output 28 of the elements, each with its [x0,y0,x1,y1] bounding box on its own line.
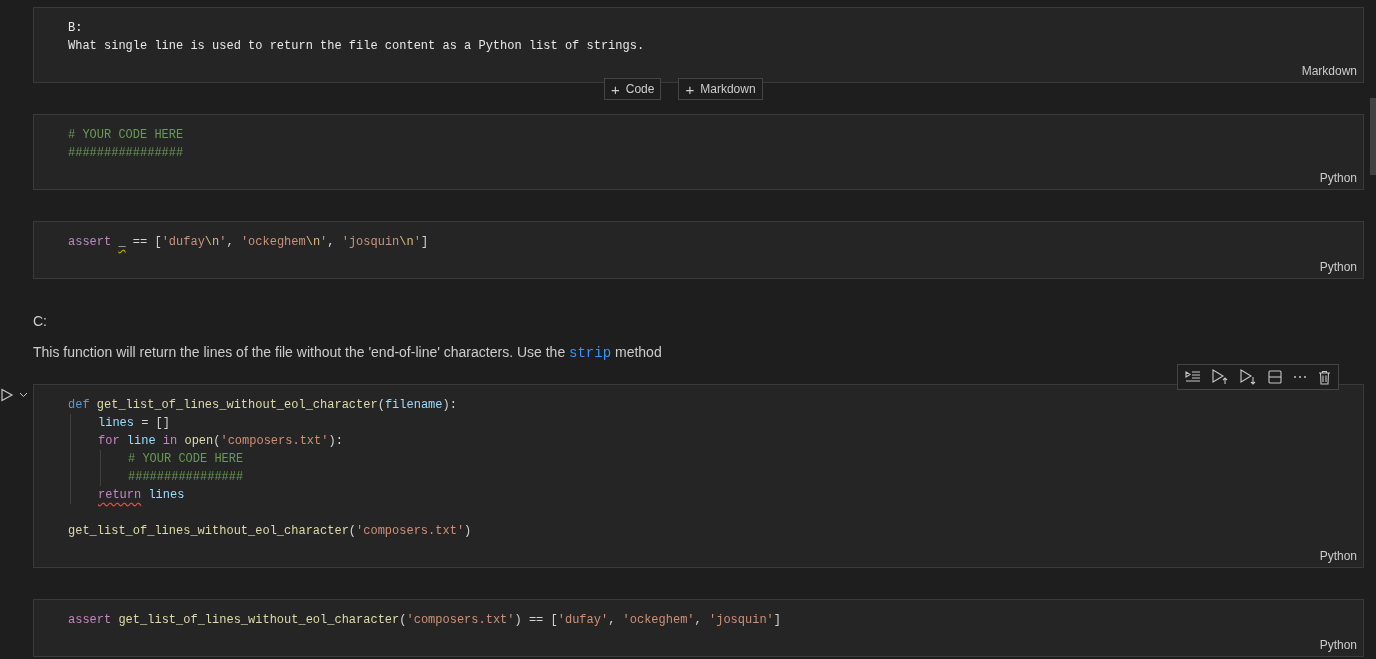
delete-icon[interactable] [1317,369,1332,385]
split-cell-icon[interactable] [1267,370,1283,384]
code-block[interactable]: # YOUR CODE HERE ################ [68,126,1357,162]
language-label[interactable]: Python [1319,259,1357,275]
execute-lines-icon[interactable] [1184,370,1202,384]
scrollbar-thumb[interactable] [1370,98,1376,175]
chevron-icon[interactable] [19,392,28,398]
markdown-paragraph: This function will return the lines of the file without the 'end-of-line' characters. Use the strip method [33,343,663,362]
code-block[interactable]: def get_list_of_lines_without_eol_character(filename): lines = [] for line in open('composers.txt'): # YOUR CODE HERE ################ return lines get_list_of_lines_without_eol_character('composers.txt') [68,396,1357,540]
add-cell-button[interactable]: + Markdown [678,78,763,100]
run-above-icon[interactable] [1211,369,1230,385]
add-cell-button[interactable]: + Code [604,78,662,100]
notebook-cell[interactable]: assert get_list_of_lines_without_eol_character('composers.txt') == ['dufay', 'ockeghem', 'josquin'] Python [33,599,1364,657]
code-block[interactable]: assert _ == ['dufay\n', 'ockeghem\n', 'josquin\n'] [68,233,1357,251]
language-label[interactable]: Python [1319,637,1357,653]
language-label[interactable]: Python [1319,170,1357,186]
notebook-cell[interactable]: B: What single line is used to return the file content as a Python list of strings. Markdown [33,7,1364,83]
language-label[interactable]: Python [1319,548,1357,564]
notebook-cell[interactable]: # YOUR CODE HERE ################ Python [33,114,1364,190]
markdown-paragraph: C: [33,312,48,330]
language-label[interactable]: Markdown [1301,63,1357,79]
run-icon[interactable] [0,388,14,402]
run-below-icon[interactable] [1239,369,1258,385]
more-icon[interactable] [1292,375,1308,379]
code-block[interactable]: B: What single line is used to return the file content as a Python list of strings. [68,19,1357,55]
notebook-cell[interactable] [33,384,1364,568]
notebook-cell[interactable]: assert _ == ['dufay\n', 'ockeghem\n', 'josquin\n'] Python [33,221,1364,279]
code-block[interactable]: assert get_list_of_lines_without_eol_character('composers.txt') == ['dufay', 'ockeghem', 'josquin'] [68,611,1357,629]
